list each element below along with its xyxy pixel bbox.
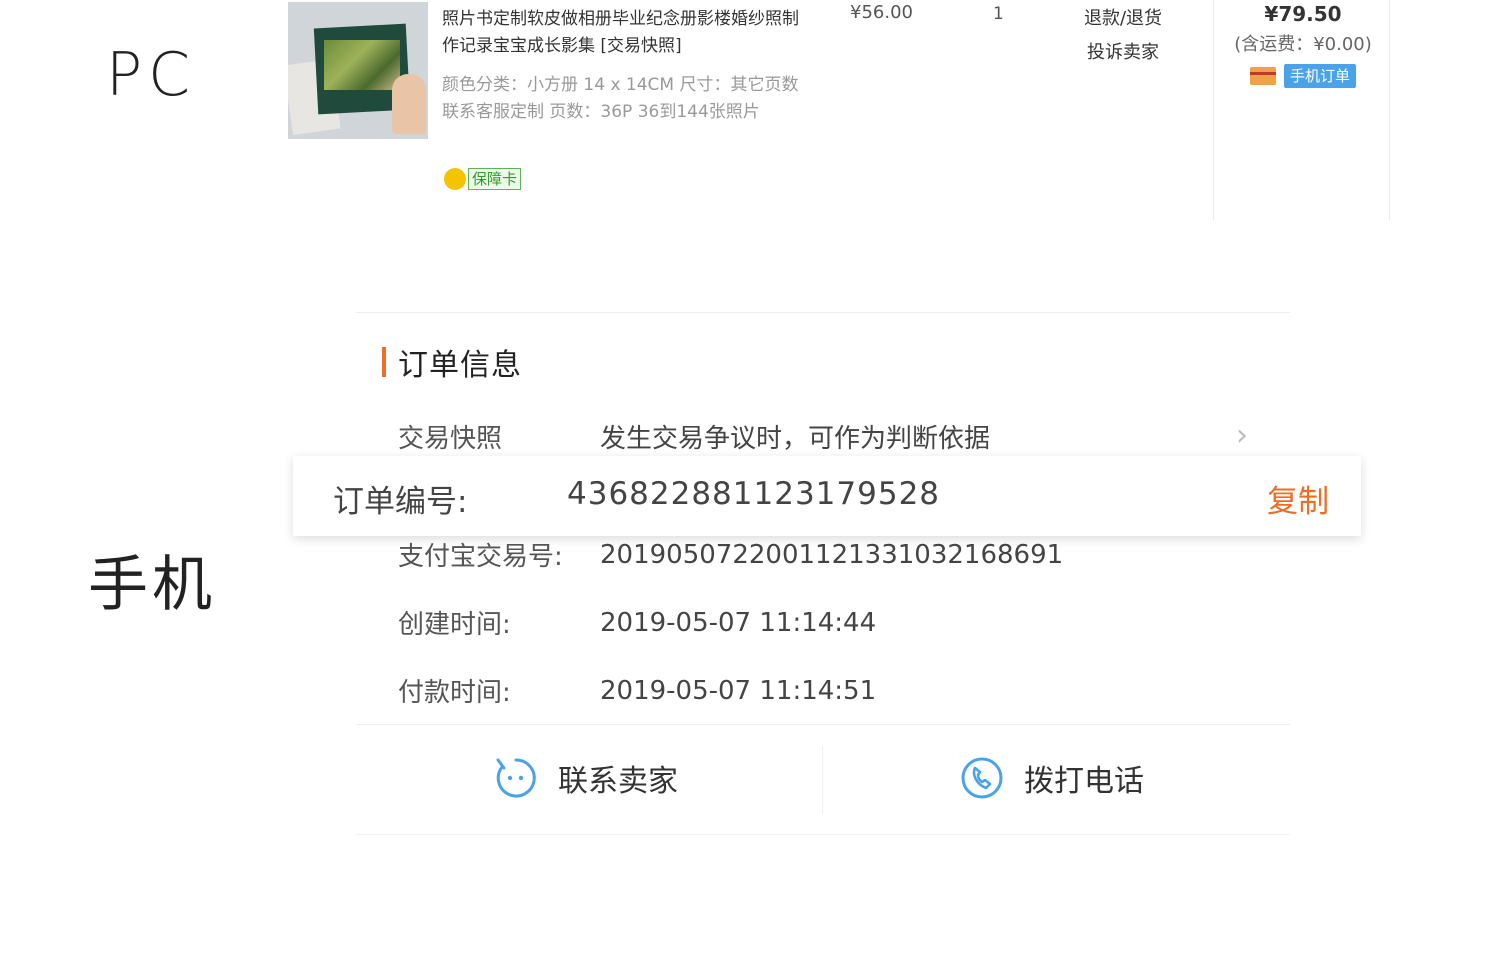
call-phone-label: 拨打电话 xyxy=(1024,764,1144,799)
pc-order-row: 照片书定制软皮做相册毕业纪念册影楼婚纱照制作记录宝宝成长影集 [交易快照] 颜色… xyxy=(288,0,1398,220)
paid-time-key: 付款时间: xyxy=(398,678,511,708)
product-thumbnail[interactable] xyxy=(288,2,428,139)
alipay-key: 支付宝交易号: xyxy=(398,542,563,572)
mobile-order-badge: 手机订单 xyxy=(1283,64,1356,88)
order-number-key: 订单编号: xyxy=(333,484,468,520)
complain-link[interactable]: 投诉卖家 xyxy=(1078,36,1168,70)
refund-link[interactable]: 退款/退货 xyxy=(1078,2,1168,36)
action-divider xyxy=(822,746,823,814)
guarantee-icon xyxy=(444,168,466,190)
product-title-link[interactable]: 照片书定制软皮做相册毕业纪念册影楼婚纱照制作记录宝宝成长影集 [交易快照] xyxy=(442,6,812,60)
copy-button[interactable]: 复制 xyxy=(1267,476,1329,521)
divider xyxy=(356,724,1290,725)
contact-seller-button[interactable]: 联系卖家 xyxy=(494,756,678,800)
unit-price: ¥56.00 xyxy=(850,2,913,23)
order-total: ¥79.50 (含运费：¥0.00) 手机订单 xyxy=(1218,0,1388,88)
snapshot-row[interactable]: 交易快照 发生交易争议时，可作为判断依据 › xyxy=(398,418,1258,455)
order-number-value: 436822881123179528 xyxy=(567,476,941,512)
contact-seller-label: 联系卖家 xyxy=(558,764,678,799)
paid-time-row: 付款时间: 2019-05-07 11:14:51 xyxy=(398,672,876,709)
chat-icon xyxy=(496,758,536,798)
accent-bar xyxy=(382,347,386,377)
guarantee-label: 保障卡 xyxy=(468,168,522,190)
section-title: 订单信息 xyxy=(398,348,522,383)
divider xyxy=(356,834,1290,835)
order-actions: 退款/退货 投诉卖家 xyxy=(1078,2,1168,70)
guarantee-card[interactable]: 保障卡 xyxy=(444,167,522,191)
order-number-row: 订单编号: 436822881123179528 复制 xyxy=(293,456,1361,536)
created-time-value: 2019-05-07 11:14:44 xyxy=(600,607,877,638)
column-divider xyxy=(1213,0,1214,220)
pc-section-label: PC xyxy=(106,40,197,110)
total-amount: ¥79.50 xyxy=(1264,2,1342,26)
snapshot-key: 交易快照 xyxy=(398,424,503,454)
alipay-value: 2019050722001121331032168691 xyxy=(600,539,1064,570)
card-icon xyxy=(1249,67,1276,85)
chevron-right-icon: › xyxy=(1236,418,1248,453)
created-time-key: 创建时间: xyxy=(398,610,511,640)
paid-time-value: 2019-05-07 11:14:51 xyxy=(600,675,877,706)
product-sku-info: 颜色分类：小方册 14 x 14CM 尺寸：其它页数联系客服定制 页数：36P … xyxy=(442,75,799,122)
order-info-header: 订单信息 xyxy=(382,340,522,384)
snapshot-value: 发生交易争议时，可作为判断依据 xyxy=(600,424,991,454)
quantity: 1 xyxy=(993,4,1004,24)
mobile-section-label: 手机 xyxy=(88,550,216,620)
divider xyxy=(356,312,1290,313)
call-phone-button[interactable]: 拨打电话 xyxy=(960,756,1144,800)
column-divider xyxy=(1389,0,1390,220)
mobile-order-tag: 手机订单 xyxy=(1218,64,1388,88)
phone-icon xyxy=(961,757,1003,799)
shipping-fee: (含运费：¥0.00) xyxy=(1234,34,1372,55)
created-time-row: 创建时间: 2019-05-07 11:14:44 xyxy=(398,604,876,641)
alipay-row: 支付宝交易号: 2019050722001121331032168691 xyxy=(398,536,1063,573)
